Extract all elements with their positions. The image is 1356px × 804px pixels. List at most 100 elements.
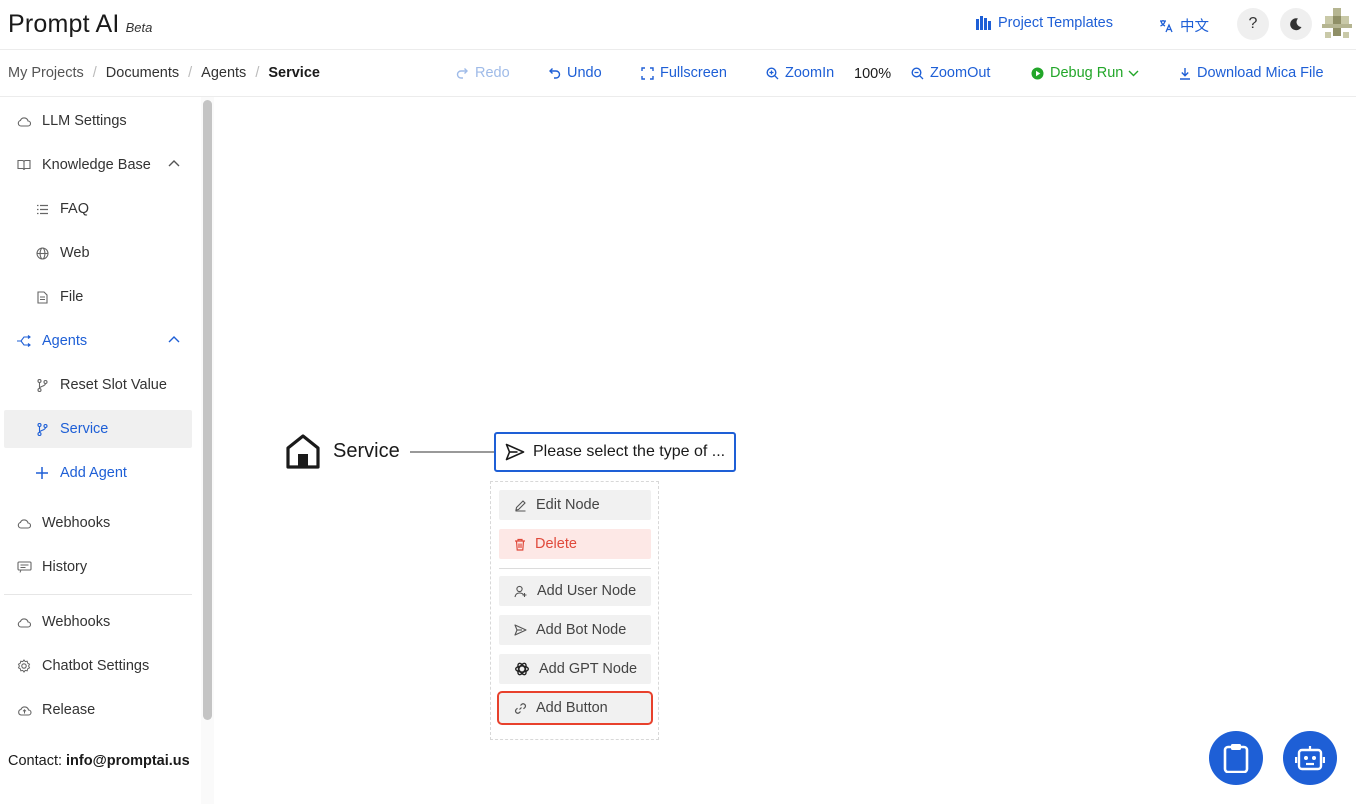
debug-run-dropdown[interactable]: Debug Run xyxy=(1031,65,1139,81)
plus-icon xyxy=(32,466,52,480)
language-switch[interactable]: 中文 xyxy=(1159,15,1209,36)
redo-button[interactable]: Redo xyxy=(456,65,510,81)
branch-icon xyxy=(32,378,52,392)
breadcrumb-agents[interactable]: Agents xyxy=(201,65,246,81)
editor-toolbar: My Projects / Documents / Agents / Servi… xyxy=(0,50,1356,97)
sidebar-item-knowledge-base[interactable]: Knowledge Base xyxy=(4,146,192,184)
breadcrumb-my-projects[interactable]: My Projects xyxy=(8,65,84,81)
zoom-in-label: ZoomIn xyxy=(785,65,835,81)
node-context-menu: Edit Node Delete Add User Node Add Bot N… xyxy=(490,481,659,740)
cloud-icon xyxy=(14,116,34,127)
bot-node[interactable]: Please select the type of ... xyxy=(494,432,736,472)
sidebar-item-history[interactable]: History xyxy=(4,548,192,586)
chevron-down-icon xyxy=(1128,70,1139,76)
download-label: Download Mica File xyxy=(1197,65,1324,81)
cloud-icon xyxy=(14,518,34,529)
project-templates-label: Project Templates xyxy=(998,15,1113,31)
sidebar-item-label: Web xyxy=(60,245,90,261)
sidebar-item-webhooks[interactable]: Webhooks xyxy=(4,504,192,542)
sidebar-item-label: Webhooks xyxy=(42,515,111,531)
templates-icon xyxy=(976,16,991,30)
sidebar-item-label: History xyxy=(42,559,88,575)
chatbot-fab[interactable] xyxy=(1283,731,1337,785)
sidebar-item-reset-slot-value[interactable]: Reset Slot Value xyxy=(4,366,192,404)
zoom-in-button[interactable]: ZoomIn xyxy=(766,65,834,81)
sidebar-item-file[interactable]: File xyxy=(4,278,192,316)
sidebar-item-webhooks-2[interactable]: Webhooks xyxy=(4,603,192,641)
undo-label: Undo xyxy=(567,65,602,81)
fullscreen-button[interactable]: Fullscreen xyxy=(641,65,727,81)
robot-icon xyxy=(1295,746,1325,771)
help-button[interactable]: ? xyxy=(1237,8,1269,40)
link-icon xyxy=(515,702,526,714)
sidebar-item-label: Agents xyxy=(42,333,88,349)
sidebar-scroll-thumb[interactable] xyxy=(203,100,212,720)
undo-button[interactable]: Undo xyxy=(548,65,602,81)
sidebar-item-label: LLM Settings xyxy=(42,113,127,129)
chevron-up-icon xyxy=(168,336,180,343)
language-label: 中文 xyxy=(1180,19,1209,35)
sidebar-item-chatbot-settings[interactable]: Chatbot Settings xyxy=(4,647,192,685)
sidebar-item-label: Service xyxy=(60,421,109,437)
trash-icon xyxy=(515,538,525,551)
add-gpt-node-button[interactable]: Add GPT Node xyxy=(499,654,651,684)
contact-info: Contact: info@promptai.us xyxy=(8,753,190,769)
bot-node-text: Please select the type of ... xyxy=(533,443,726,460)
sidebar-item-label: FAQ xyxy=(60,201,90,217)
undo-icon xyxy=(549,68,561,79)
sidebar-item-label: Reset Slot Value xyxy=(60,377,167,393)
brand[interactable]: Prompt AI Beta xyxy=(8,10,152,39)
beta-badge: Beta xyxy=(125,20,153,35)
chevron-up-icon xyxy=(168,160,180,167)
send-icon xyxy=(514,624,527,636)
user-avatar[interactable] xyxy=(1322,8,1352,40)
fullscreen-icon xyxy=(641,66,654,80)
contact-label: Contact: xyxy=(8,753,62,769)
sidebar-item-agents[interactable]: Agents xyxy=(4,322,192,360)
sidebar-item-label: Release xyxy=(42,702,96,718)
sidebar-item-web[interactable]: Web xyxy=(4,234,192,272)
edit-node-label: Edit Node xyxy=(536,497,600,513)
download-icon xyxy=(1180,67,1190,80)
start-node-label: Service xyxy=(333,440,400,462)
add-bot-node-button[interactable]: Add Bot Node xyxy=(499,615,651,645)
sidebar-item-faq[interactable]: FAQ xyxy=(4,190,192,228)
menu-divider xyxy=(499,568,651,569)
sidebar-item-service[interactable]: Service xyxy=(4,410,192,448)
sidebar-item-release[interactable]: Release xyxy=(4,691,192,729)
list-icon xyxy=(32,204,52,215)
add-button-button[interactable]: Add Button xyxy=(497,691,653,725)
user-plus-icon xyxy=(514,585,527,597)
file-icon xyxy=(32,290,52,304)
download-mica-button[interactable]: Download Mica File xyxy=(1179,65,1324,81)
gear-icon xyxy=(14,659,34,673)
start-node[interactable]: Service xyxy=(285,434,400,469)
clipboard-fab[interactable] xyxy=(1209,731,1263,785)
sidebar-item-label: Knowledge Base xyxy=(42,157,151,173)
zoom-out-button[interactable]: ZoomOut xyxy=(911,65,990,81)
cloud-icon xyxy=(14,617,34,628)
cloud-upload-icon xyxy=(14,704,34,716)
project-templates-link[interactable]: Project Templates xyxy=(976,15,1113,31)
clipboard-icon xyxy=(1223,744,1249,773)
add-user-node-label: Add User Node xyxy=(537,583,637,599)
help-icon: ? xyxy=(1248,15,1258,32)
delete-node-button[interactable]: Delete xyxy=(499,529,651,559)
delete-label: Delete xyxy=(535,536,577,552)
flow-icon xyxy=(14,335,34,347)
add-user-node-button[interactable]: Add User Node xyxy=(499,576,651,606)
dark-mode-toggle[interactable] xyxy=(1280,8,1312,40)
redo-label: Redo xyxy=(475,65,510,81)
app-title: Prompt AI xyxy=(8,10,120,38)
sidebar-item-label: Chatbot Settings xyxy=(42,658,150,674)
moon-icon xyxy=(1290,18,1302,31)
sidebar-item-llm-settings[interactable]: LLM Settings xyxy=(4,102,192,140)
add-agent-button[interactable]: Add Agent xyxy=(4,454,192,492)
zoom-out-label: ZoomOut xyxy=(930,65,991,81)
edit-node-button[interactable]: Edit Node xyxy=(499,490,651,520)
contact-email[interactable]: info@promptai.us xyxy=(66,753,190,769)
branch-icon xyxy=(32,422,52,436)
breadcrumb-documents[interactable]: Documents xyxy=(106,65,179,81)
breadcrumb: My Projects / Documents / Agents / Servi… xyxy=(8,65,320,81)
zoom-in-icon xyxy=(766,66,779,79)
